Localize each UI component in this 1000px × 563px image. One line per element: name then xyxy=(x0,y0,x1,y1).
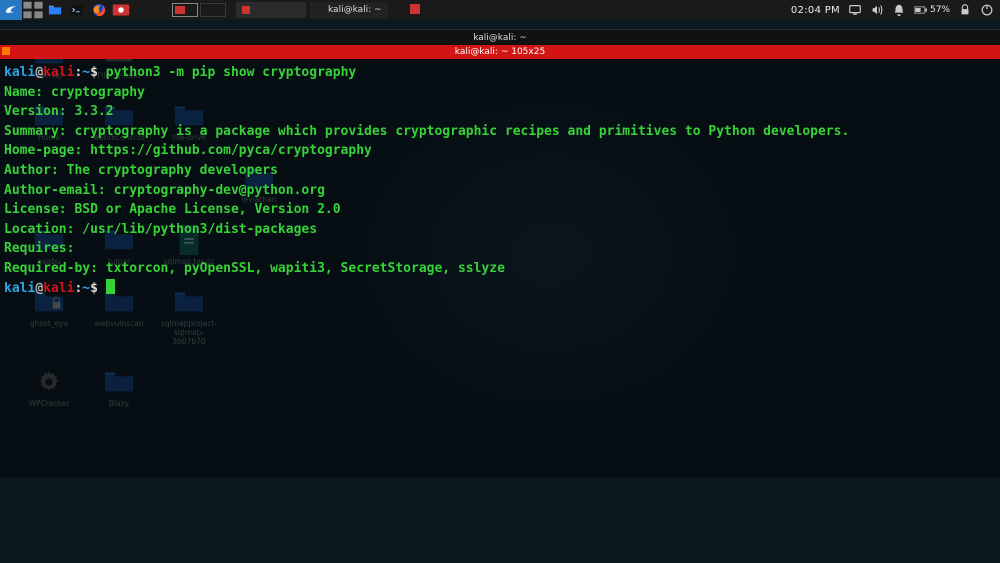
task-terminal-close[interactable] xyxy=(408,2,422,19)
system-tray: 02:04 PM 57% xyxy=(791,3,994,17)
top-panel: kali@kali: ~ 02:04 PM 57% xyxy=(0,0,1000,20)
speaker-icon xyxy=(870,3,884,17)
battery-icon xyxy=(914,3,928,17)
lock-icon xyxy=(958,3,972,17)
display-icon xyxy=(848,3,862,17)
lock-button[interactable] xyxy=(958,3,972,17)
task-item-0[interactable] xyxy=(236,2,306,18)
terminal-window: kali@kali: ~ kali@kali: ~ 105x25 kali@ka… xyxy=(0,29,1000,478)
firefox-icon xyxy=(92,3,106,17)
windows-icon xyxy=(22,0,44,21)
bell-icon xyxy=(892,3,906,17)
power-icon xyxy=(980,3,994,17)
volume-button[interactable] xyxy=(870,3,884,17)
terminal-tab-bar[interactable]: kali@kali: ~ xyxy=(0,29,1000,45)
terminal-icon xyxy=(70,3,84,17)
record-icon xyxy=(110,0,132,21)
workspace-2[interactable] xyxy=(200,3,226,17)
record-indicator[interactable] xyxy=(110,0,132,20)
power-button[interactable] xyxy=(980,3,994,17)
folder-icon xyxy=(48,3,62,17)
task-label: kali@kali: ~ xyxy=(328,5,382,15)
terminal-tab-title: kali@kali: ~ xyxy=(473,33,527,43)
terminal-body[interactable]: kali@kali:~$ python3 -m pip show cryptog… xyxy=(0,59,1000,478)
display-toggle[interactable] xyxy=(848,3,862,17)
task-color-icon xyxy=(316,6,324,14)
workspace-switcher xyxy=(172,3,228,17)
terminal-launcher-button[interactable] xyxy=(66,0,88,20)
workspace-window-icon xyxy=(175,6,185,14)
terminal-title-bar[interactable]: kali@kali: ~ 105x25 xyxy=(0,45,1000,59)
window-list-button[interactable] xyxy=(22,0,44,20)
notifications-button[interactable] xyxy=(892,3,906,17)
clock[interactable]: 02:04 PM xyxy=(791,5,840,16)
workspace-1[interactable] xyxy=(172,3,198,17)
kali-menu-button[interactable] xyxy=(0,0,22,20)
terminal-corner-icon xyxy=(2,47,10,55)
terminal-title: kali@kali: ~ 105x25 xyxy=(455,47,545,57)
firefox-button[interactable] xyxy=(88,0,110,20)
task-item-1[interactable]: kali@kali: ~ xyxy=(310,2,388,18)
kali-dragon-icon xyxy=(4,3,18,17)
cursor xyxy=(106,279,115,294)
battery-percent: 57% xyxy=(930,5,950,15)
red-square-icon xyxy=(408,2,422,16)
task-color-icon xyxy=(242,6,250,14)
file-manager-button[interactable] xyxy=(44,0,66,20)
battery-indicator[interactable]: 57% xyxy=(914,3,950,17)
task-list: kali@kali: ~ xyxy=(236,2,388,18)
panel-launchers xyxy=(0,0,132,20)
